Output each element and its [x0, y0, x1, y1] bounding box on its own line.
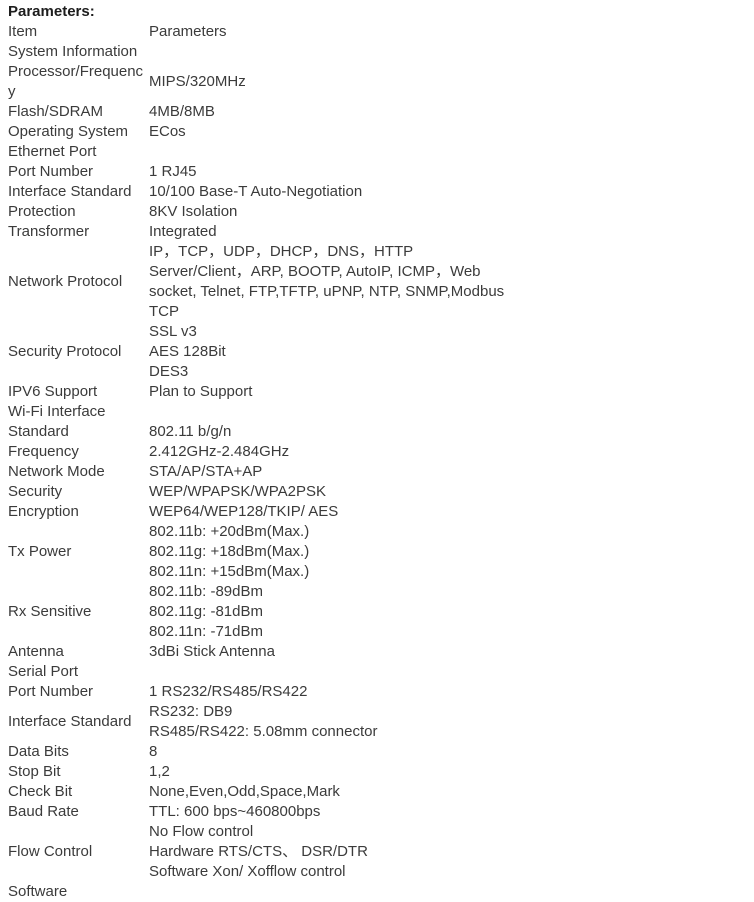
table-row: Security Protocol SSL v3 AES 128Bit DES3 [8, 322, 748, 382]
cell-item: Port Number [8, 683, 94, 700]
table-row: Frequency 2.412GHz-2.484GHz [8, 442, 748, 462]
table-row: Rx Sensitive 802.11b: -89dBm 802.11g: -81… [8, 582, 748, 642]
cell-item: Item [8, 23, 38, 40]
table-row: Transformer Integrated [8, 222, 748, 242]
table-section-row: System Information [8, 42, 748, 62]
cell-parameter: TTL: 600 bps~460800bps [149, 803, 321, 820]
table-row: Processor/Frequency MIPS/320MHz [8, 62, 748, 102]
cell-item: Processor/Frequency [8, 63, 144, 100]
cell-parameter: 802.11 b/g/n [149, 423, 232, 440]
table-row: Data Bits 8 [8, 742, 748, 762]
table-row: Operating System ECos [8, 122, 748, 142]
table-row: Standard 802.11 b/g/n [8, 422, 748, 442]
cell-parameter: Plan to Support [149, 383, 253, 400]
table-header-row: Item Parameters [8, 22, 748, 42]
cell-parameter [149, 882, 748, 902]
cell-item: Encryption [8, 503, 79, 520]
cell-item: Stop Bit [8, 763, 61, 780]
cell-item: Network Mode [8, 463, 105, 480]
cell-parameter: Integrated [149, 223, 217, 240]
cell-parameter: 1 RS232/RS485/RS422 [149, 683, 308, 700]
specification-page: Parameters: Item Parameters System Informa… [0, 0, 754, 902]
table-section-row: Ethernet Port [8, 142, 748, 162]
cell-parameter: MIPS/320MHz [149, 73, 246, 90]
cell-item: Standard [8, 423, 69, 440]
cell-item: Rx Sensitive [8, 603, 92, 620]
cell-item: Security [8, 483, 63, 500]
table-row: Protection 8KV Isolation [8, 202, 748, 222]
specification-table-body: Item Parameters System Information Processo… [8, 22, 748, 902]
table-row: Stop Bit 1,2 [8, 762, 748, 782]
table-section-row: Wi-Fi Interface [8, 402, 748, 422]
cell-item: Serial Port [8, 663, 79, 680]
cell-parameter: No Flow control Hardware RTS/CTS、 DSR/DT… [149, 823, 368, 880]
table-section-row: Software [8, 882, 748, 902]
cell-parameter [149, 42, 748, 62]
cell-item: Port Number [8, 163, 94, 180]
cell-parameter [149, 142, 748, 162]
table-row: Interface Standard RS232: DB9 RS485/RS422… [8, 702, 748, 742]
cell-item: Baud Rate [8, 803, 79, 820]
cell-item: Network Protocol [8, 273, 123, 290]
cell-item: Ethernet Port [8, 143, 97, 160]
table-section-row: Serial Port [8, 662, 748, 682]
cell-parameter: 8KV Isolation [149, 203, 238, 220]
table-row: Interface Standard 10/100 Base-T Auto-Neg… [8, 182, 748, 202]
table-row: Port Number 1 RS232/RS485/RS422 [8, 682, 748, 702]
cell-parameter: 1,2 [149, 763, 170, 780]
table-row: Flash/SDRAM 4MB/8MB [8, 102, 748, 122]
cell-item: Protection [8, 203, 76, 220]
cell-item: IPV6 Support [8, 383, 98, 400]
cell-item: Antenna [8, 643, 64, 660]
cell-item: Transformer [8, 223, 90, 240]
cell-item: Security Protocol [8, 343, 122, 360]
cell-item: Interface Standard [8, 183, 132, 200]
cell-parameter [149, 662, 748, 682]
table-row: Network Protocol IP，TCP，UDP，DHCP，DNS，HTTP… [8, 242, 748, 322]
table-row: Check Bit None,Even,Odd,Space,Mark [8, 782, 748, 802]
cell-parameter: IP，TCP，UDP，DHCP，DNS，HTTP Server/Client，A… [149, 243, 505, 320]
cell-parameter: STA/AP/STA+AP [149, 463, 263, 480]
cell-item: Frequency [8, 443, 79, 460]
table-row: Network Mode STA/AP/STA+AP [8, 462, 748, 482]
cell-item: Wi-Fi Interface [8, 403, 106, 420]
cell-parameter: None,Even,Odd,Space,Mark [149, 783, 340, 800]
cell-item: System Information [8, 43, 138, 60]
cell-parameter: 10/100 Base-T Auto-Negotiation [149, 183, 363, 200]
cell-parameter: SSL v3 AES 128Bit DES3 [149, 323, 226, 380]
cell-parameter: ECos [149, 123, 186, 140]
cell-parameter: 802.11b: -89dBm 802.11g: -81dBm 802.11n:… [149, 583, 263, 640]
cell-parameter: 8 [149, 743, 158, 760]
table-row: Flow Control No Flow control Hardware RTS… [8, 822, 748, 882]
cell-parameter [149, 402, 748, 422]
table-row: Encryption WEP64/WEP128/TKIP/ AES [8, 502, 748, 522]
cell-parameter: WEP/WPAPSK/WPA2PSK [149, 483, 326, 500]
cell-item: Check Bit [8, 783, 73, 800]
cell-parameter: RS232: DB9 RS485/RS422: 5.08mm connector [149, 703, 378, 740]
cell-parameter: 2.412GHz-2.484GHz [149, 443, 290, 460]
table-row: Baud Rate TTL: 600 bps~460800bps [8, 802, 748, 822]
specification-table: Item Parameters System Information Processo… [8, 22, 748, 902]
table-row: IPV6 Support Plan to Support [8, 382, 748, 402]
cell-item: Flash/SDRAM [8, 103, 104, 120]
cell-item: Software [8, 883, 68, 900]
table-row: Antenna 3dBi Stick Antenna [8, 642, 748, 662]
cell-parameter: 3dBi Stick Antenna [149, 643, 275, 660]
cell-parameter: 802.11b: +20dBm(Max.) 802.11g: +18dBm(Ma… [149, 523, 310, 580]
cell-parameter: 4MB/8MB [149, 103, 215, 120]
cell-item: Flow Control [8, 843, 93, 860]
table-row: Port Number 1 RJ45 [8, 162, 748, 182]
cell-parameter: Parameters [149, 23, 227, 40]
cell-item: Tx Power [8, 543, 72, 560]
cell-parameter: 1 RJ45 [149, 163, 197, 180]
cell-parameter: WEP64/WEP128/TKIP/ AES [149, 503, 339, 520]
cell-item: Interface Standard [8, 713, 132, 730]
table-row: Security WEP/WPAPSK/WPA2PSK [8, 482, 748, 502]
page-title: Parameters: [8, 3, 95, 20]
table-row: Tx Power 802.11b: +20dBm(Max.) 802.11g: +… [8, 522, 748, 582]
cell-item: Data Bits [8, 743, 69, 760]
cell-item: Operating System [8, 123, 129, 140]
